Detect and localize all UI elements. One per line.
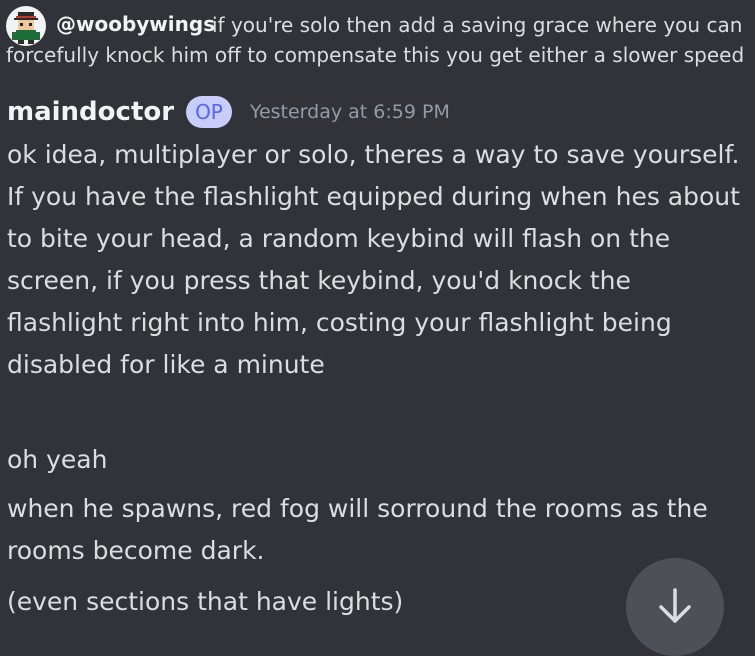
- jump-to-bottom-button[interactable]: [626, 558, 724, 656]
- arrow-down-icon: [659, 588, 691, 623]
- message-content: ok idea, multiplayer or solo, theres a w…: [7, 134, 747, 386]
- followup-message: when he spawns, red fog will sorround th…: [7, 494, 708, 565]
- reply-text[interactable]: if you're solo then add a saving grace w…: [6, 10, 746, 70]
- message-paragraph: ok idea, multiplayer or solo, theres a w…: [7, 140, 740, 169]
- message-paragraph: If you have the flashlight equipped duri…: [7, 182, 740, 379]
- op-badge: OP: [186, 96, 232, 128]
- reply-preview[interactable]: @woobywings if you're solo then add a sa…: [0, 0, 755, 70]
- message-header: maindoctor OP Yesterday at 6:59 PM: [7, 96, 450, 132]
- author-name[interactable]: maindoctor: [7, 97, 174, 127]
- message-timestamp: Yesterday at 6:59 PM: [249, 101, 450, 123]
- followup-message: oh yeah: [7, 445, 108, 474]
